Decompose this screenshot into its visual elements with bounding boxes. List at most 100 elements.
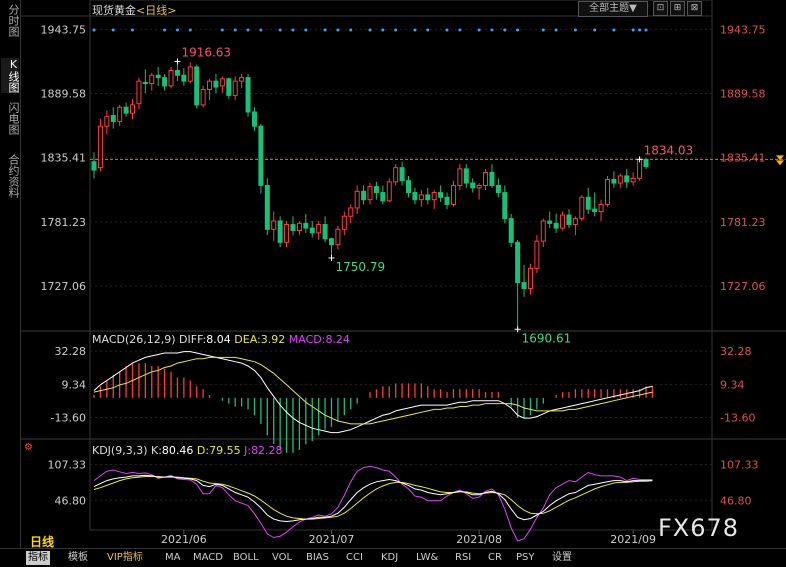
dea-value: 3.92 [260,333,286,346]
candle-body [239,77,245,82]
tab-ma[interactable]: MA [165,551,180,565]
event-marker [175,28,179,32]
macd-header: MACD(26,12,9) DIFF:8.04 DEA:3.92 MACD:8.… [92,333,350,346]
kdj-y-tick: 46.80 [55,494,87,507]
candle-body [431,192,437,201]
event-marker [631,28,635,32]
price-annotation: 1916.63 [181,45,231,59]
macd-y-tick: -13.60 [51,412,86,425]
kdj-header: KDJ(9,3,3) K:80.46 D:79.55 J:82.28 [92,444,283,457]
period-tag[interactable]: <日线> [136,4,176,17]
x-tick-label: 2021/06 [161,533,207,546]
y-tick-label: 1781.23 [41,216,87,229]
candle-body [540,220,546,242]
candle-body [502,192,508,220]
candle-body [508,218,514,243]
tab-vol[interactable]: VOL [272,551,292,565]
event-marker [612,28,616,32]
candle-body [284,224,290,243]
macd-y-tick: 32.28 [720,345,752,358]
candle-body [213,80,219,88]
candle-body [450,184,456,205]
macd-y-tick: 9.34 [62,378,87,391]
kdj-y-tick: 46.80 [720,494,752,507]
event-marker [220,28,224,32]
candle-body [624,175,630,183]
tab-bias[interactable]: BIAS [306,551,329,565]
candle-body [341,215,347,230]
x-tick-label: 2021/08 [456,533,502,546]
candle-body [592,208,598,213]
diff-label: DIFF: [179,333,207,346]
candle-body [187,66,193,82]
candle-body [457,168,463,186]
candle-body [328,238,334,246]
candle-body [617,175,623,184]
tab-cr[interactable]: CR [488,551,502,565]
d-value: 79.55 [209,444,241,457]
candle-body [630,177,636,183]
price-annotation: 1690.61 [522,331,572,345]
candle-body [258,125,264,186]
tab-template[interactable]: 模板 [68,551,88,565]
event-marker [188,28,192,32]
event-marker [111,28,115,32]
event-marker [368,28,372,32]
close-icon[interactable]: ⊠ [687,1,702,16]
event-marker [304,28,308,32]
candle-body [495,184,501,194]
candle-body [181,74,187,82]
chart-canvas: 1943.75 1943.75 1889.58 1889.58 1835.41 1835.… [20,0,786,546]
event-marker [638,28,642,32]
event-marker [573,28,577,32]
tab-psy[interactable]: PSY [516,551,535,565]
event-marker [477,28,481,32]
candle-body [361,190,367,201]
tab-cci[interactable]: CCI [346,551,363,565]
maximize-icon[interactable]: ⊞ [670,1,685,16]
x-tick-label: 2021/09 [610,533,656,546]
event-marker [381,28,385,32]
candle-body [155,74,161,79]
candle-body [296,222,302,231]
candle-body [566,214,572,226]
tab-macd[interactable]: MACD [193,551,223,565]
settings-gear-icon[interactable]: ⚙ [24,442,33,453]
y-tick-label: 1727.06 [41,280,87,293]
candle-body [110,115,116,122]
tab-kdj[interactable]: KDJ [381,551,398,565]
tab-indicator[interactable]: 指标 [26,551,50,565]
event-marker [426,28,430,32]
candle-body [142,81,148,85]
candle-body [553,222,559,229]
candle-body [470,182,476,189]
event-marker [490,28,494,32]
dea-label: DEA: [234,333,261,346]
candle-body [515,241,521,284]
tab-settings[interactable]: 设置 [552,551,572,565]
theme-dropdown[interactable]: 全部主题▼ [578,1,648,17]
tab-vip-indicator[interactable]: VIP指标 [107,551,143,565]
candle-body [97,125,103,169]
event-marker [233,28,237,32]
candle-body [316,224,322,234]
event-marker [644,28,648,32]
tab-rsi[interactable]: RSI [455,551,471,565]
candle-body [380,192,386,202]
tab-boll[interactable]: BOLL [233,551,259,565]
chart-title: 现货黄金<日线> [92,2,176,18]
tab-lw[interactable]: LW& [416,551,438,565]
macd-y-tick: 32.28 [55,345,87,358]
candle-body [130,104,136,114]
event-marker [259,28,263,32]
event-marker [131,28,135,32]
y-tick-label: 1889.58 [41,88,87,101]
restore-icon[interactable]: ⊡ [653,1,668,16]
candle-body [245,77,251,113]
y-tick-label: 1727.06 [720,280,766,293]
candle-body [251,111,257,127]
macd-y-tick: 9.34 [720,378,745,391]
y-tick-label: 1835.41 [720,152,766,165]
candle-body [168,70,174,87]
candle-body [527,267,533,290]
